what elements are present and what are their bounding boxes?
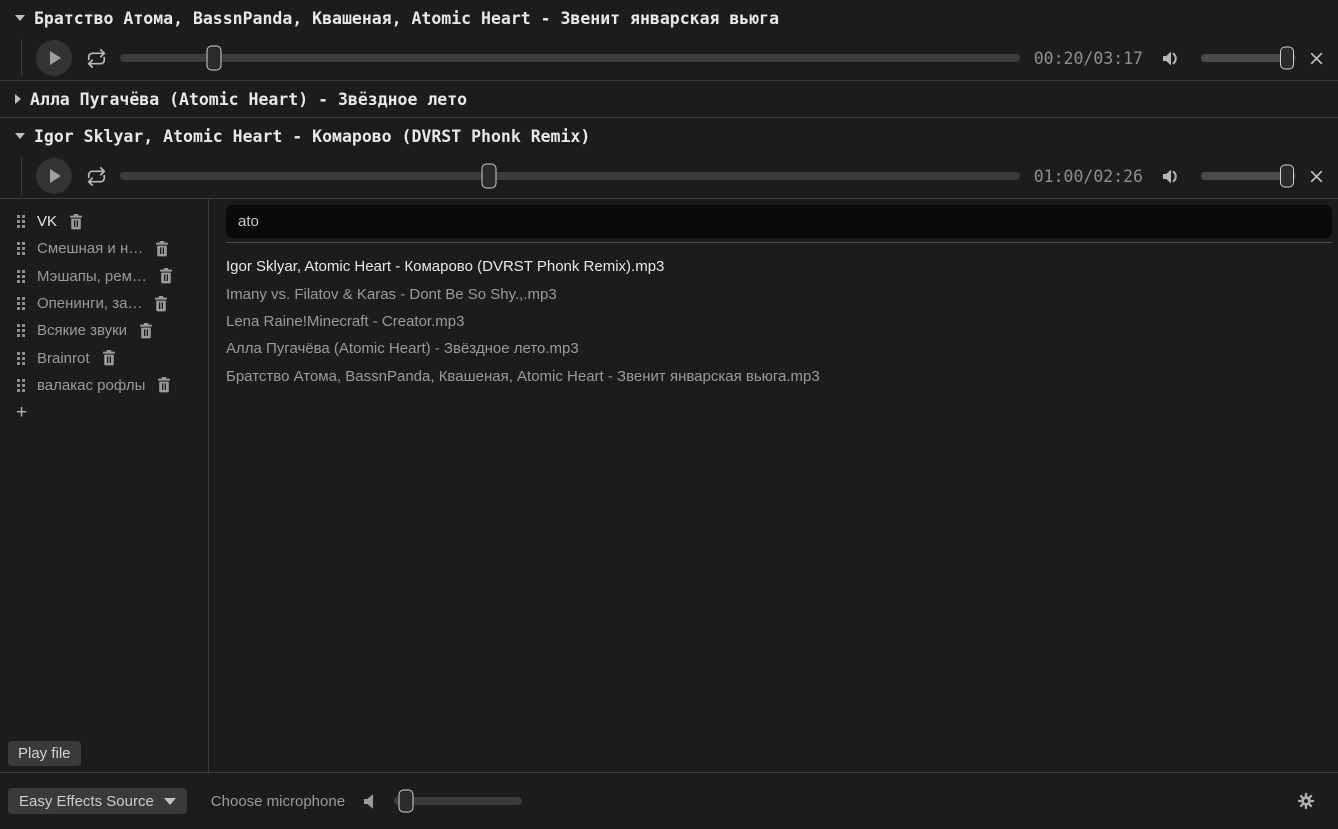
- expander-down-icon[interactable]: [15, 133, 25, 139]
- mic-volume-track: [394, 797, 522, 805]
- volume-fill: [1201, 172, 1287, 180]
- gear-icon: [1297, 792, 1315, 810]
- drag-handle-icon[interactable]: [17, 270, 20, 273]
- player-1-title: Братство Атома, BassnPanda, Квашеная, At…: [34, 9, 779, 28]
- mic-volume-handle[interactable]: [398, 790, 413, 813]
- tab-label: Смешная и н…: [37, 240, 143, 257]
- trash-icon[interactable]: [139, 323, 153, 339]
- player-3-header[interactable]: Igor Sklyar, Atomic Heart - Комарово (DV…: [0, 118, 1338, 154]
- player-3-title: Igor Sklyar, Atomic Heart - Комарово (DV…: [34, 127, 590, 146]
- tab-label: валакас рофлы: [37, 377, 145, 394]
- trash-icon[interactable]: [155, 241, 169, 257]
- file-row[interactable]: Алла Пугачёва (Atomic Heart) - Звёздное …: [226, 335, 1332, 362]
- drag-handle-icon[interactable]: [17, 379, 20, 382]
- play-button[interactable]: [36, 158, 72, 194]
- sidebar-tab-openingi[interactable]: Опенинги, за…: [16, 290, 208, 317]
- file-panel: Igor Sklyar, Atomic Heart - Комарово (DV…: [209, 199, 1338, 772]
- sidebar-tab-smeshnaya[interactable]: Смешная и н…: [16, 235, 208, 262]
- play-icon: [50, 51, 61, 65]
- repeat-icon[interactable]: [86, 49, 107, 68]
- drag-handle-icon[interactable]: [17, 352, 20, 355]
- tab-label: Мэшапы, рем…: [37, 268, 147, 285]
- chevron-down-icon: [164, 798, 176, 805]
- volume-slider[interactable]: [1201, 164, 1296, 188]
- seek-track: [120, 172, 1020, 180]
- volume-fill: [1201, 54, 1287, 62]
- player-2-title: Алла Пугачёва (Atomic Heart) - Звёздное …: [30, 90, 467, 109]
- drag-handle-icon[interactable]: [17, 324, 20, 327]
- time-display: 01:00/02:26: [1034, 167, 1143, 186]
- seek-slider[interactable]: [120, 164, 1020, 188]
- trash-icon[interactable]: [102, 350, 116, 366]
- close-icon[interactable]: [1309, 169, 1324, 184]
- play-file-button[interactable]: Play file: [8, 741, 81, 766]
- seek-handle[interactable]: [207, 46, 222, 71]
- player-2-header[interactable]: Алла Пугачёва (Atomic Heart) - Звёздное …: [0, 81, 1338, 117]
- player-3-controls: 01:00/02:26: [0, 154, 1338, 198]
- source-select-label: Easy Effects Source: [19, 793, 154, 810]
- add-playlist-button[interactable]: +: [16, 401, 36, 425]
- player-1: Братство Атома, BassnPanda, Квашеная, At…: [0, 0, 1338, 80]
- search-input[interactable]: [226, 205, 1332, 238]
- search-underline: [226, 242, 1332, 243]
- file-row[interactable]: Igor Sklyar, Atomic Heart - Комарово (DV…: [226, 253, 1332, 280]
- trash-icon[interactable]: [154, 296, 168, 312]
- volume-handle[interactable]: [1280, 47, 1294, 70]
- file-row[interactable]: Братство Атома, BassnPanda, Квашеная, At…: [226, 363, 1332, 390]
- sidebar-tab-valakas-rofly[interactable]: валакас рофлы: [16, 372, 208, 399]
- tab-label: Brainrot: [37, 350, 90, 367]
- sidebar-tab-meshapy[interactable]: Мэшапы, рем…: [16, 263, 208, 290]
- volume-slider[interactable]: [1201, 46, 1296, 70]
- file-row[interactable]: Lena Raine!Minecraft - Creator.mp3: [226, 308, 1332, 335]
- play-icon: [50, 169, 61, 183]
- trash-icon[interactable]: [69, 214, 83, 230]
- trash-icon[interactable]: [159, 268, 173, 284]
- player-1-header[interactable]: Братство Атома, BassnPanda, Квашеная, At…: [0, 0, 1338, 36]
- time-display: 00:20/03:17: [1034, 49, 1143, 68]
- trash-icon[interactable]: [157, 377, 171, 393]
- seek-track: [120, 54, 1020, 62]
- sidebar-tab-vk[interactable]: VK: [16, 208, 208, 235]
- sidebar-tab-vsyakie-zvuki[interactable]: Всякие звуки: [16, 317, 208, 344]
- seek-handle[interactable]: [481, 164, 496, 189]
- sidebar-tab-brainrot[interactable]: Brainrot: [16, 344, 208, 371]
- player-1-controls: 00:20/03:17: [0, 36, 1338, 80]
- file-row[interactable]: Imany vs. Filatov & Karas - Dont Be So S…: [226, 280, 1332, 307]
- playlist-sidebar: VK Смешная и н…: [0, 199, 209, 772]
- main-area: VK Смешная и н…: [0, 199, 1338, 772]
- drag-handle-icon[interactable]: [17, 242, 20, 245]
- tab-label: Опенинги, за…: [37, 295, 142, 312]
- settings-button[interactable]: [1297, 792, 1315, 810]
- tab-label: VK: [37, 213, 57, 230]
- speaker-muted-icon[interactable]: [362, 793, 377, 810]
- drag-handle-icon[interactable]: [17, 215, 20, 218]
- expander-down-icon[interactable]: [15, 15, 25, 21]
- expander-right-icon[interactable]: [15, 94, 21, 104]
- volume-handle[interactable]: [1280, 165, 1294, 188]
- source-select[interactable]: Easy Effects Source: [8, 788, 187, 814]
- drag-handle-icon[interactable]: [17, 297, 20, 300]
- player-3: Igor Sklyar, Atomic Heart - Комарово (DV…: [0, 118, 1338, 198]
- speaker-icon[interactable]: [1161, 168, 1181, 185]
- play-button[interactable]: [36, 40, 72, 76]
- microphone-placeholder: Choose microphone: [211, 793, 345, 810]
- speaker-icon[interactable]: [1161, 50, 1181, 67]
- repeat-icon[interactable]: [86, 167, 107, 186]
- app-window: Братство Атома, BassnPanda, Квашеная, At…: [0, 0, 1338, 829]
- seek-slider[interactable]: [120, 46, 1020, 70]
- mic-volume-slider[interactable]: [394, 789, 522, 813]
- tab-label: Всякие звуки: [37, 322, 127, 339]
- bottom-bar: Easy Effects Source Choose microphone: [0, 773, 1338, 829]
- close-icon[interactable]: [1309, 51, 1324, 66]
- file-list: Igor Sklyar, Atomic Heart - Комарово (DV…: [226, 253, 1332, 390]
- player-2: Алла Пугачёва (Atomic Heart) - Звёздное …: [0, 81, 1338, 117]
